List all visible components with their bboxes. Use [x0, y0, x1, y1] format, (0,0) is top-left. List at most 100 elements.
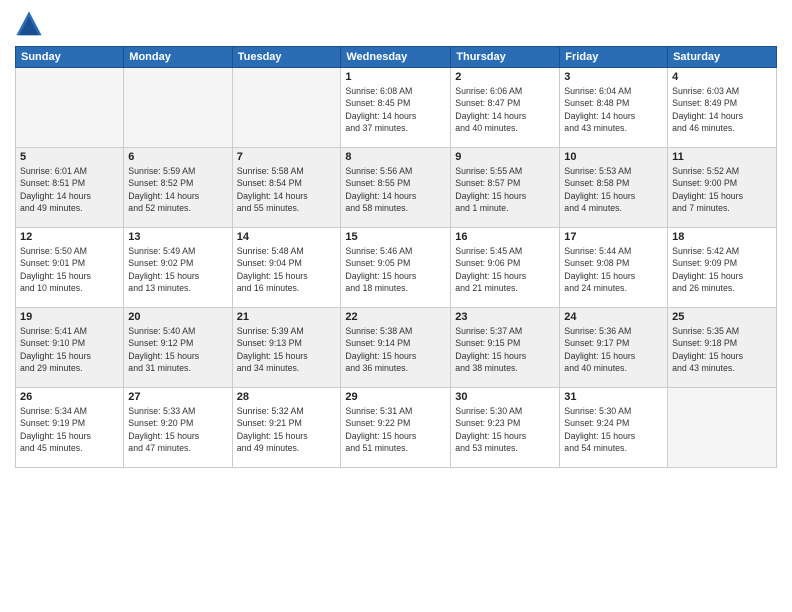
day-info: Sunrise: 5:50 AM Sunset: 9:01 PM Dayligh…: [20, 245, 119, 294]
day-number: 15: [345, 231, 446, 243]
day-number: 27: [128, 391, 227, 403]
day-number: 12: [20, 231, 119, 243]
day-cell: 22 Sunrise: 5:38 AM Sunset: 9:14 PM Dayli…: [341, 308, 451, 388]
day-info: Sunrise: 5:35 AM Sunset: 9:18 PM Dayligh…: [672, 325, 772, 374]
day-number: 29: [345, 391, 446, 403]
day-cell: 14Sunrise: 5:48 AM Sunset: 9:04 PM Dayli…: [232, 228, 341, 308]
week-row-1: 5 Sunrise: 6:01 AM Sunset: 8:51 PM Daylig…: [16, 148, 777, 228]
day-number: 30: [455, 391, 555, 403]
day-cell: [124, 68, 232, 148]
day-info: Sunrise: 5:45 AM Sunset: 9:06 PM Dayligh…: [455, 245, 555, 294]
day-info: Sunrise: 5:36 AM Sunset: 9:17 PM Dayligh…: [564, 325, 663, 374]
day-cell: 26 Sunrise: 5:34 AM Sunset: 9:19 PM Dayli…: [16, 388, 124, 468]
day-info: Sunrise: 5:39 AM Sunset: 9:13 PM Dayligh…: [237, 325, 337, 374]
day-info: Sunrise: 6:01 AM Sunset: 8:51 PM Dayligh…: [20, 165, 119, 214]
day-number: 25: [672, 311, 772, 323]
day-info: Sunrise: 5:41 AM Sunset: 9:10 PM Dayligh…: [20, 325, 119, 374]
day-number: 13: [128, 231, 227, 243]
day-number: 28: [237, 391, 337, 403]
day-cell: 24 Sunrise: 5:36 AM Sunset: 9:17 PM Dayli…: [560, 308, 668, 388]
weekday-header-thursday: Thursday: [451, 47, 560, 68]
day-info: Sunrise: 5:59 AM Sunset: 8:52 PM Dayligh…: [128, 165, 227, 214]
day-number: 18: [672, 231, 772, 243]
day-number: 6: [128, 151, 227, 163]
day-cell: 11Sunrise: 5:52 AM Sunset: 9:00 PM Dayli…: [668, 148, 777, 228]
week-row-3: 19 Sunrise: 5:41 AM Sunset: 9:10 PM Dayli…: [16, 308, 777, 388]
day-number: 14: [237, 231, 337, 243]
weekday-header-row: SundayMondayTuesdayWednesdayThursdayFrid…: [16, 47, 777, 68]
day-cell: 23Sunrise: 5:37 AM Sunset: 9:15 PM Dayli…: [451, 308, 560, 388]
day-cell: 20 Sunrise: 5:40 AM Sunset: 9:12 PM Dayli…: [124, 308, 232, 388]
day-info: Sunrise: 5:42 AM Sunset: 9:09 PM Dayligh…: [672, 245, 772, 294]
day-info: Sunrise: 5:58 AM Sunset: 8:54 PM Dayligh…: [237, 165, 337, 214]
day-cell: 25 Sunrise: 5:35 AM Sunset: 9:18 PM Dayli…: [668, 308, 777, 388]
day-number: 8: [345, 151, 446, 163]
day-number: 24: [564, 311, 663, 323]
week-row-2: 12 Sunrise: 5:50 AM Sunset: 9:01 PM Dayli…: [16, 228, 777, 308]
day-cell: [232, 68, 341, 148]
day-number: 19: [20, 311, 119, 323]
calendar: SundayMondayTuesdayWednesdayThursdayFrid…: [15, 46, 777, 468]
day-cell: 30 Sunrise: 5:30 AM Sunset: 9:23 PM Dayli…: [451, 388, 560, 468]
weekday-header-saturday: Saturday: [668, 47, 777, 68]
logo: [15, 10, 49, 38]
day-cell: 3 Sunrise: 6:04 AM Sunset: 8:48 PM Daylig…: [560, 68, 668, 148]
day-cell: 9 Sunrise: 5:55 AM Sunset: 8:57 PM Daylig…: [451, 148, 560, 228]
day-cell: 10 Sunrise: 5:53 AM Sunset: 8:58 PM Dayli…: [560, 148, 668, 228]
header: [15, 10, 777, 38]
day-number: 10: [564, 151, 663, 163]
day-number: 5: [20, 151, 119, 163]
day-number: 3: [564, 71, 663, 83]
day-info: Sunrise: 6:04 AM Sunset: 8:48 PM Dayligh…: [564, 85, 663, 134]
day-number: 1: [345, 71, 446, 83]
day-cell: 12 Sunrise: 5:50 AM Sunset: 9:01 PM Dayli…: [16, 228, 124, 308]
day-number: 17: [564, 231, 663, 243]
day-info: Sunrise: 5:53 AM Sunset: 8:58 PM Dayligh…: [564, 165, 663, 214]
day-cell: 17 Sunrise: 5:44 AM Sunset: 9:08 PM Dayli…: [560, 228, 668, 308]
day-info: Sunrise: 5:55 AM Sunset: 8:57 PM Dayligh…: [455, 165, 555, 214]
day-cell: 28Sunrise: 5:32 AM Sunset: 9:21 PM Dayli…: [232, 388, 341, 468]
day-cell: 18 Sunrise: 5:42 AM Sunset: 9:09 PM Dayli…: [668, 228, 777, 308]
day-number: 4: [672, 71, 772, 83]
day-info: Sunrise: 6:06 AM Sunset: 8:47 PM Dayligh…: [455, 85, 555, 134]
day-number: 20: [128, 311, 227, 323]
weekday-header-monday: Monday: [124, 47, 232, 68]
day-info: Sunrise: 5:52 AM Sunset: 9:00 PM Dayligh…: [672, 165, 772, 214]
day-info: Sunrise: 6:03 AM Sunset: 8:49 PM Dayligh…: [672, 85, 772, 134]
day-cell: 5 Sunrise: 6:01 AM Sunset: 8:51 PM Daylig…: [16, 148, 124, 228]
day-info: Sunrise: 5:31 AM Sunset: 9:22 PM Dayligh…: [345, 405, 446, 454]
day-cell: 6 Sunrise: 5:59 AM Sunset: 8:52 PM Daylig…: [124, 148, 232, 228]
day-info: Sunrise: 5:46 AM Sunset: 9:05 PM Dayligh…: [345, 245, 446, 294]
day-info: Sunrise: 5:30 AM Sunset: 9:24 PM Dayligh…: [564, 405, 663, 454]
day-info: Sunrise: 5:40 AM Sunset: 9:12 PM Dayligh…: [128, 325, 227, 374]
weekday-header-tuesday: Tuesday: [232, 47, 341, 68]
day-number: 9: [455, 151, 555, 163]
page: SundayMondayTuesdayWednesdayThursdayFrid…: [0, 0, 792, 612]
weekday-header-friday: Friday: [560, 47, 668, 68]
day-cell: 2 Sunrise: 6:06 AM Sunset: 8:47 PM Daylig…: [451, 68, 560, 148]
logo-icon: [15, 10, 43, 38]
day-info: Sunrise: 5:30 AM Sunset: 9:23 PM Dayligh…: [455, 405, 555, 454]
day-info: Sunrise: 5:44 AM Sunset: 9:08 PM Dayligh…: [564, 245, 663, 294]
week-row-4: 26 Sunrise: 5:34 AM Sunset: 9:19 PM Dayli…: [16, 388, 777, 468]
day-number: 22: [345, 311, 446, 323]
day-info: Sunrise: 5:33 AM Sunset: 9:20 PM Dayligh…: [128, 405, 227, 454]
day-cell: 15 Sunrise: 5:46 AM Sunset: 9:05 PM Dayli…: [341, 228, 451, 308]
day-cell: 16 Sunrise: 5:45 AM Sunset: 9:06 PM Dayli…: [451, 228, 560, 308]
day-cell: 19 Sunrise: 5:41 AM Sunset: 9:10 PM Dayli…: [16, 308, 124, 388]
day-number: 31: [564, 391, 663, 403]
day-info: Sunrise: 5:34 AM Sunset: 9:19 PM Dayligh…: [20, 405, 119, 454]
day-cell: 1Sunrise: 6:08 AM Sunset: 8:45 PM Daylig…: [341, 68, 451, 148]
day-number: 2: [455, 71, 555, 83]
week-row-0: 1Sunrise: 6:08 AM Sunset: 8:45 PM Daylig…: [16, 68, 777, 148]
day-number: 16: [455, 231, 555, 243]
day-cell: 13Sunrise: 5:49 AM Sunset: 9:02 PM Dayli…: [124, 228, 232, 308]
day-info: Sunrise: 5:56 AM Sunset: 8:55 PM Dayligh…: [345, 165, 446, 214]
day-number: 21: [237, 311, 337, 323]
day-number: 26: [20, 391, 119, 403]
weekday-header-wednesday: Wednesday: [341, 47, 451, 68]
day-cell: 4 Sunrise: 6:03 AM Sunset: 8:49 PM Daylig…: [668, 68, 777, 148]
day-cell: 27 Sunrise: 5:33 AM Sunset: 9:20 PM Dayli…: [124, 388, 232, 468]
day-cell: [16, 68, 124, 148]
day-info: Sunrise: 5:38 AM Sunset: 9:14 PM Dayligh…: [345, 325, 446, 374]
